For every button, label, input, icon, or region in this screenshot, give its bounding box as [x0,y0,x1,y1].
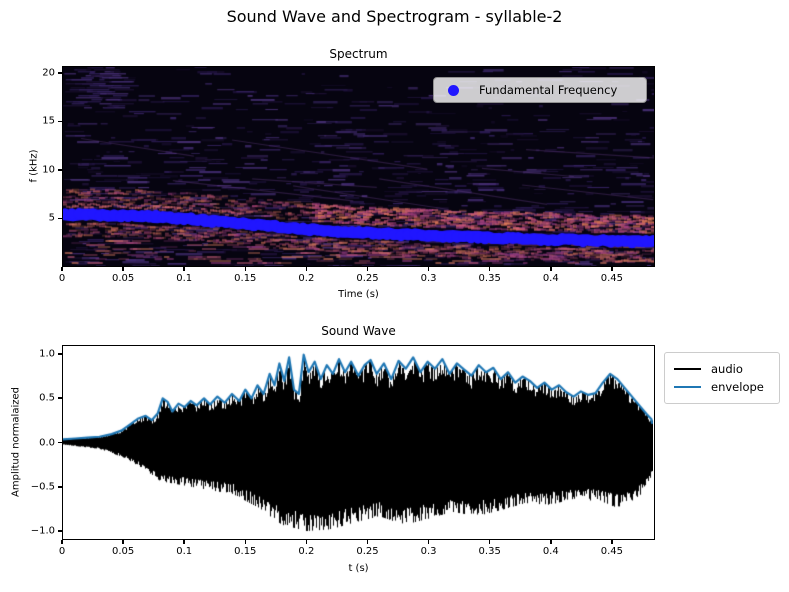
y-tick-mark [58,442,62,444]
spectrum-xlabel: Time (s) [62,289,655,300]
x-tick-label: 0.15 [234,273,256,284]
x-tick-label: 0.25 [356,546,378,557]
waveform-plot [63,346,653,538]
y-tick-mark [58,121,62,123]
y-tick-mark [58,530,62,532]
x-tick-mark [611,267,613,271]
y-tick-mark [58,486,62,488]
audio-line-swatch-icon [674,368,701,370]
wave-axes [62,345,655,540]
y-tick-label: 10 [21,164,55,175]
x-tick-label: 0.45 [601,273,623,284]
x-tick-label: 0 [59,546,65,557]
wave-ylabel: Amplitud normalaized [11,387,22,497]
y-tick-mark [58,353,62,355]
x-tick-mark [61,267,63,271]
x-tick-mark [550,267,552,271]
figure: Sound Wave and Spectrogram - syllable-2 … [0,0,789,592]
y-tick-mark [58,218,62,220]
x-tick-label: 0.1 [176,273,192,284]
y-tick-mark [58,169,62,171]
legend-row-envelope: envelope [674,378,770,396]
x-tick-label: 0.35 [479,273,501,284]
envelope-line-swatch-icon [674,386,701,388]
y-tick-label: 15 [21,116,55,127]
wave-legend: audio envelope [664,352,780,404]
x-tick-label: 0.3 [421,273,437,284]
x-tick-label: 0.05 [112,546,134,557]
x-tick-label: 0.35 [479,546,501,557]
x-tick-label: 0.1 [176,546,192,557]
x-tick-mark [183,540,185,544]
spectrum-title: Spectrum [62,47,655,61]
x-tick-mark [306,267,308,271]
x-tick-label: 0.05 [112,273,134,284]
wave-title: Sound Wave [62,324,655,338]
legend-row-audio: audio [674,360,770,378]
x-tick-mark [550,540,552,544]
legend-label-envelope: envelope [711,380,764,394]
x-tick-label: 0.2 [298,273,314,284]
spectrum-axes: Fundamental Frequency [62,66,655,267]
x-tick-mark [611,540,613,544]
x-tick-mark [367,267,369,271]
x-tick-mark [245,267,247,271]
x-tick-mark [367,540,369,544]
y-tick-label: 20 [21,67,55,78]
y-tick-mark [58,72,62,74]
y-tick-label: −1.0 [21,526,55,537]
y-tick-label: 1.0 [21,348,55,359]
x-tick-label: 0.45 [601,546,623,557]
spectrum-legend: Fundamental Frequency [433,77,647,103]
x-tick-mark [183,267,185,271]
y-tick-label: 0.0 [21,437,55,448]
x-tick-label: 0.4 [543,546,559,557]
wave-xlabel: t (s) [62,563,655,574]
figure-title: Sound Wave and Spectrogram - syllable-2 [0,7,789,26]
x-tick-mark [428,267,430,271]
x-tick-label: 0.25 [356,273,378,284]
legend-label-audio: audio [711,362,743,376]
x-tick-label: 0.3 [421,546,437,557]
x-tick-mark [306,540,308,544]
x-tick-mark [489,540,491,544]
y-tick-mark [58,397,62,399]
y-tick-label: −0.5 [21,481,55,492]
x-tick-label: 0.15 [234,546,256,557]
legend-label-fundamental-frequency: Fundamental Frequency [479,83,617,97]
x-tick-mark [122,267,124,271]
fundamental-frequency-marker-icon [448,85,459,96]
x-tick-mark [245,540,247,544]
x-tick-label: 0.2 [298,546,314,557]
x-tick-label: 0 [59,273,65,284]
x-tick-label: 0.4 [543,273,559,284]
x-tick-mark [122,540,124,544]
x-tick-mark [428,540,430,544]
x-tick-mark [489,267,491,271]
x-tick-mark [61,540,63,544]
y-tick-label: 0.5 [21,393,55,404]
y-tick-label: 5 [21,213,55,224]
